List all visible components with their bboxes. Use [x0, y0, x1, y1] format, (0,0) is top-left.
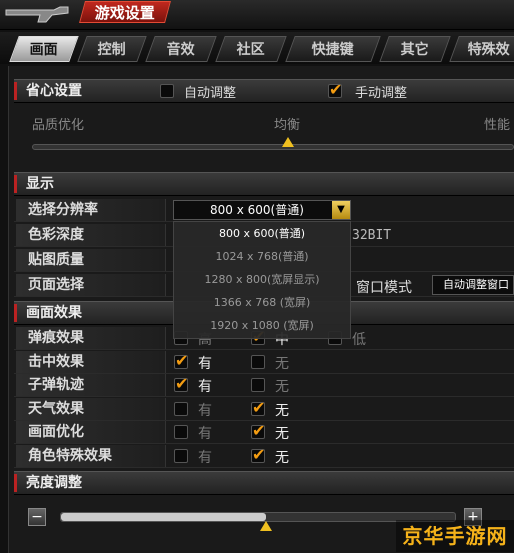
resolution-option[interactable]: 1280 x 800(宽屏显示) [174, 270, 350, 290]
quality-slider-handle[interactable] [282, 137, 294, 147]
effect-option-label: 无 [275, 379, 289, 395]
title-bar: 游戏设置 [0, 0, 514, 30]
effect-name: 天气效果 [16, 397, 166, 420]
tab-hotkeys[interactable]: 快捷键 [285, 36, 381, 62]
effect-checkbox[interactable]: ✔ [251, 422, 265, 440]
effect-option-label: 有 [198, 402, 212, 419]
auto-adjust-label: 自动调整 [184, 86, 237, 101]
watermark: 京华手游网 [396, 520, 514, 552]
effect-name: 弹痕效果 [16, 327, 166, 349]
tab-sound[interactable]: 音效 [145, 36, 217, 62]
tab-control[interactable]: 控制 [77, 36, 147, 62]
effect-checkbox[interactable] [251, 378, 265, 392]
effect-checkbox[interactable]: ✔ [174, 375, 188, 393]
resolution-option[interactable]: 1920 x 1080 (宽屏) [174, 316, 350, 336]
quality-slider[interactable] [32, 144, 514, 150]
tab-other[interactable]: 其它 [379, 36, 451, 62]
resolution-option[interactable]: 800 x 600(普通) [174, 224, 350, 244]
window-mode-label: 窗口模式 [356, 280, 412, 296]
quality-label: 品质优化 [32, 118, 85, 133]
effect-checkbox[interactable] [174, 448, 188, 463]
effect-name: 画面优化 [16, 421, 166, 443]
tab-community[interactable]: 社区 [215, 36, 287, 62]
display-header: 显示 [14, 172, 514, 196]
manual-adjust-checkbox[interactable]: ✔ [328, 81, 342, 99]
resolution-dropdown-list: 800 x 600(普通) 1024 x 768(普通) 1280 x 800(… [173, 221, 351, 339]
effect-name: 角色特殊效果 [16, 444, 166, 467]
window-mode-select[interactable]: 自动调整窗口 [432, 275, 514, 295]
effect-checkbox[interactable] [174, 401, 188, 416]
effect-checkbox[interactable] [174, 425, 188, 439]
brightness-minus-button[interactable]: − [28, 508, 46, 526]
effect-checkbox[interactable]: ✔ [251, 445, 265, 463]
effect-option-label: 有 [198, 426, 212, 442]
tab-special[interactable]: 特殊效 [449, 36, 514, 62]
chevron-down-icon[interactable]: ▼ [332, 201, 350, 219]
effect-option-label: 有 [198, 449, 212, 466]
effect-checkbox[interactable]: ✔ [174, 351, 188, 369]
resolution-option[interactable]: 1366 x 768 (宽屏) [174, 293, 350, 313]
color-depth-value: 32BIT [352, 228, 392, 243]
auto-adjust-checkbox[interactable] [160, 84, 174, 98]
tab-bar: 画面 控制 音效 社区 快捷键 其它 特殊效 [0, 32, 514, 64]
effect-option-label: 有 [198, 355, 212, 372]
manual-adjust-label: 手动调整 [355, 86, 408, 101]
effect-option-label: 有 [198, 379, 212, 395]
resolution-option[interactable]: 1024 x 768(普通) [174, 247, 350, 267]
effect-checkbox[interactable]: ✔ [251, 398, 265, 416]
effect-option-label: 无 [275, 355, 289, 372]
effect-name: 击中效果 [16, 350, 166, 373]
gun-logo-icon [5, 6, 69, 23]
brightness-slider-handle[interactable] [259, 521, 272, 531]
effect-option-label: 无 [275, 449, 289, 466]
tab-display[interactable]: 画面 [9, 36, 79, 62]
brightness-header: 亮度调整 [14, 471, 514, 495]
window-title: 游戏设置 [79, 1, 171, 23]
effect-checkbox[interactable] [251, 354, 265, 369]
quality-mid-label: 均衡 [274, 118, 301, 133]
effect-option-label: 无 [275, 426, 289, 442]
quality-right-label: 性能 [484, 118, 511, 133]
effect-option-label: 低 [352, 332, 366, 348]
save-mode-header: 省心设置 [14, 79, 514, 103]
resolution-select[interactable]: 800 x 600(普通) ▼ [173, 200, 351, 220]
effect-option-label: 无 [275, 402, 289, 419]
effect-name: 子弹轨迹 [16, 374, 166, 396]
